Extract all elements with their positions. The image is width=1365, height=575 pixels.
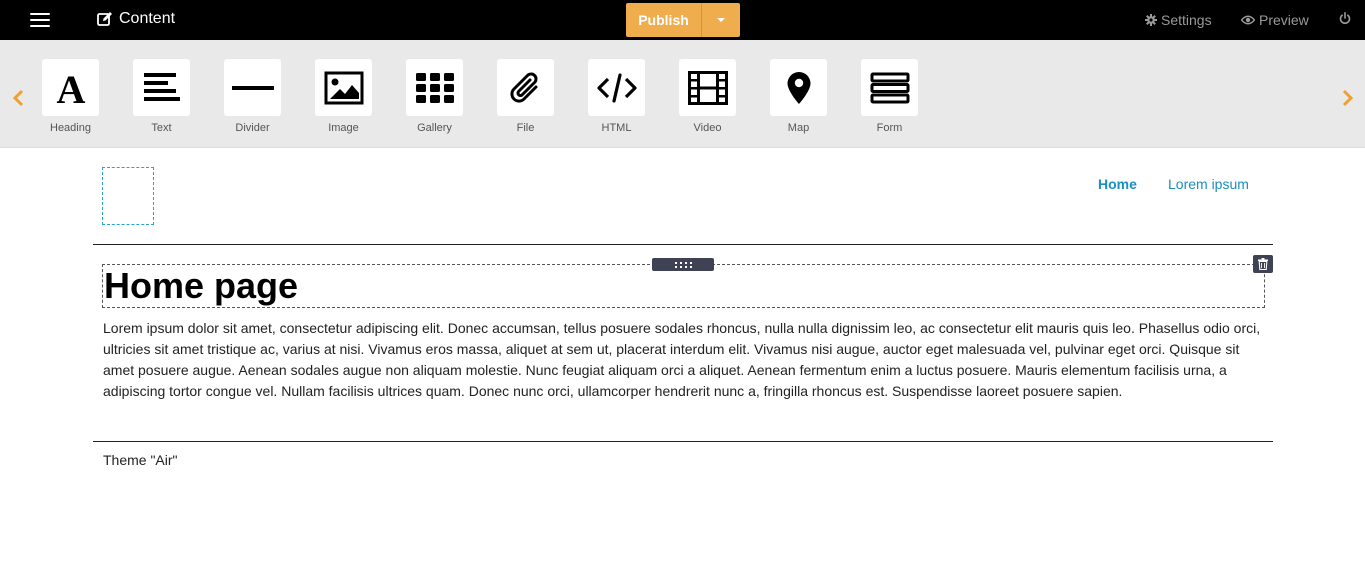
text-lines-icon — [133, 59, 190, 116]
film-icon — [679, 59, 736, 116]
tool-file-label: File — [516, 122, 535, 134]
svg-text:A: A — [56, 70, 85, 106]
logo-placeholder[interactable] — [102, 167, 154, 225]
footer-theme-text: Theme "Air" — [103, 452, 178, 468]
tool-divider[interactable]: Divider — [224, 59, 282, 134]
code-icon — [588, 59, 645, 116]
power-button[interactable] — [1339, 12, 1355, 25]
grid-icon — [406, 59, 463, 116]
tool-video-label: Video — [693, 122, 722, 134]
tool-form[interactable]: Form — [861, 59, 919, 134]
chevron-left-icon[interactable] — [11, 88, 27, 108]
menu-icon[interactable] — [20, 11, 60, 31]
settings-button[interactable]: Settings — [1145, 12, 1212, 28]
chevron-down-icon — [717, 18, 725, 22]
page-heading[interactable]: Home page — [104, 266, 298, 306]
tool-gallery[interactable]: Gallery — [406, 59, 464, 134]
publish-button[interactable]: Publish — [626, 3, 702, 37]
publish-dropdown-button[interactable] — [702, 3, 740, 37]
publish-button-group: Publish — [626, 3, 740, 37]
heading-icon: A — [42, 59, 99, 116]
tool-html[interactable]: HTML — [588, 59, 646, 134]
eye-icon — [1241, 15, 1255, 25]
tool-text-label: Text — [151, 122, 172, 134]
element-toolbar: A Heading Text Divider Image Gallery Fil… — [0, 40, 1365, 148]
trash-icon — [1258, 258, 1268, 270]
settings-label: Settings — [1161, 12, 1212, 28]
nav-link-home[interactable]: Home — [1098, 176, 1137, 192]
map-pin-icon — [770, 59, 827, 116]
tool-map[interactable]: Map — [770, 59, 828, 134]
nav-link-lorem-ipsum[interactable]: Lorem ipsum — [1168, 176, 1249, 192]
tool-image-label: Image — [328, 122, 359, 134]
tool-text[interactable]: Text — [133, 59, 191, 134]
form-icon — [861, 59, 918, 116]
top-bar: Content Publish Settings Preview — [0, 0, 1365, 40]
chevron-right-icon[interactable] — [1339, 88, 1355, 108]
edit-icon — [97, 12, 112, 26]
power-icon — [1339, 12, 1351, 24]
drag-handle[interactable] — [652, 258, 714, 271]
content-title-label: Content — [119, 10, 176, 27]
tool-heading[interactable]: A Heading — [42, 59, 100, 134]
footer-divider — [93, 441, 1273, 442]
tool-html-label: HTML — [601, 122, 632, 134]
paperclip-icon — [497, 59, 554, 116]
divider-icon — [224, 59, 281, 116]
content-title: Content — [97, 10, 175, 28]
delete-block-button[interactable] — [1253, 255, 1273, 273]
tool-form-label: Form — [876, 122, 903, 134]
image-icon — [315, 59, 372, 116]
preview-label: Preview — [1259, 12, 1309, 28]
tool-video[interactable]: Video — [679, 59, 737, 134]
tool-map-label: Map — [787, 122, 810, 134]
tool-image[interactable]: Image — [315, 59, 373, 134]
body-paragraph[interactable]: Lorem ipsum dolor sit amet, consectetur … — [103, 318, 1268, 402]
header-divider — [93, 244, 1273, 245]
tool-divider-label: Divider — [235, 122, 270, 134]
gear-icon — [1145, 14, 1157, 26]
tool-file[interactable]: File — [497, 59, 555, 134]
grip-icon — [675, 261, 692, 268]
tool-heading-label: Heading — [50, 122, 91, 134]
tool-gallery-label: Gallery — [417, 122, 452, 134]
preview-button[interactable]: Preview — [1241, 12, 1309, 28]
